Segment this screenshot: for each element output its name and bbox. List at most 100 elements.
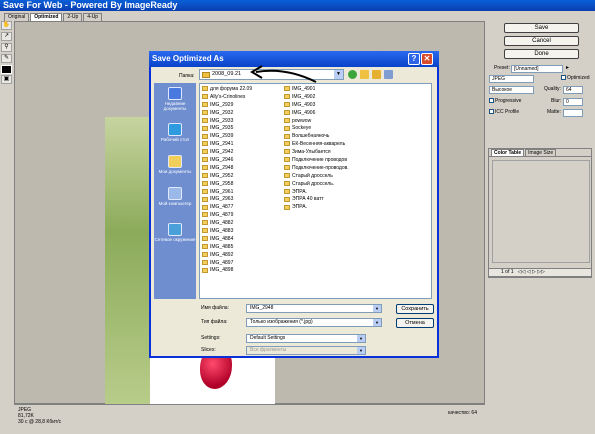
- list-item[interactable]: ЕК-Весенняя-акварель: [284, 141, 349, 149]
- folder-icon: [202, 72, 210, 78]
- list-item[interactable]: IMG_2932: [202, 110, 252, 118]
- list-item[interactable]: IMG_4906: [284, 110, 349, 118]
- file-icon: [202, 188, 208, 194]
- file-icon: [284, 125, 290, 131]
- matte-select[interactable]: [563, 109, 583, 117]
- list-item[interactable]: IMG_4892: [202, 252, 252, 260]
- file-icon: [284, 133, 290, 139]
- list-item[interactable]: Ally's-Crinolines: [202, 94, 252, 102]
- chevron-down-icon[interactable]: ▼: [334, 70, 343, 79]
- help-icon[interactable]: ?: [408, 53, 420, 65]
- list-item[interactable]: IMG_2941: [202, 141, 252, 149]
- menu-arrow-icon[interactable]: ▸: [566, 65, 569, 72]
- zoom-icon[interactable]: ⚲: [1, 43, 12, 52]
- list-item[interactable]: powwow: [284, 118, 349, 126]
- list-item[interactable]: IMG_2961: [202, 189, 252, 197]
- list-item[interactable]: Sockeye: [284, 125, 349, 133]
- list-item[interactable]: IMG_2935: [202, 125, 252, 133]
- file-name: IMG_4885: [210, 243, 234, 250]
- folder-select[interactable]: 2008_09.21 ▼: [199, 69, 344, 80]
- place-network[interactable]: Сетевое окружение: [154, 223, 196, 242]
- list-item[interactable]: Подключение проводов: [284, 157, 349, 165]
- settings-select[interactable]: Default Settings ▼: [246, 334, 366, 343]
- back-icon[interactable]: [348, 70, 357, 79]
- optimized-checkbox[interactable]: Optimized: [561, 75, 590, 82]
- quality-label: Quality:: [544, 86, 561, 92]
- place-documents[interactable]: Мои документы: [154, 155, 196, 174]
- list-item[interactable]: ЭПРА 40 ватт: [284, 196, 349, 204]
- new-folder-icon[interactable]: [372, 70, 381, 79]
- list-item[interactable]: IMG_4877: [202, 204, 252, 212]
- pager: 1 of 1 ◁◁ ◁ ▷ ▷▷: [488, 268, 592, 277]
- save-button[interactable]: Save: [504, 23, 579, 33]
- file-icon: [284, 165, 290, 171]
- dialog-cancel-button[interactable]: Отмена: [396, 318, 434, 328]
- place-desktop[interactable]: Рабочий стол: [154, 123, 196, 142]
- progressive-checkbox[interactable]: Progressive: [489, 98, 521, 105]
- filename-input[interactable]: IMG_2948 ▼: [246, 304, 382, 313]
- place-computer[interactable]: Мой компьютер: [154, 187, 196, 206]
- list-item[interactable]: IMG_2948: [202, 165, 252, 173]
- list-item[interactable]: IMG_4882: [202, 220, 252, 228]
- page-indicator: 1 of 1: [501, 269, 514, 275]
- color-table-panel: Color Table Image Size: [488, 148, 592, 278]
- hand-icon[interactable]: ✋: [1, 21, 12, 30]
- file-icon: [202, 228, 208, 234]
- done-button[interactable]: Done: [504, 49, 579, 59]
- list-item[interactable]: IMG_4901: [284, 86, 349, 94]
- list-item[interactable]: IMG_4898: [202, 267, 252, 275]
- quality-level-select[interactable]: Высокое: [489, 86, 534, 94]
- list-item[interactable]: IMG_4897: [202, 260, 252, 268]
- tab-2-up[interactable]: 2-Up: [63, 13, 83, 21]
- file-icon: [284, 117, 290, 123]
- file-name: Подключение-проводов.: [292, 164, 349, 171]
- list-item[interactable]: IMG_2939: [202, 133, 252, 141]
- list-item[interactable]: IMG_4903: [284, 102, 349, 110]
- list-item[interactable]: IMG_4879: [202, 212, 252, 220]
- tab-image-size[interactable]: Image Size: [525, 149, 557, 156]
- blur-input[interactable]: 0: [563, 98, 583, 106]
- file-column-2: IMG_4901 IMG_4902 IMG_4903 IMG_4906 powwow So…: [284, 86, 349, 212]
- list-item[interactable]: IMG_4883: [202, 228, 252, 236]
- list-item[interactable]: IMG_2946: [202, 157, 252, 165]
- format-select[interactable]: JPEG: [489, 75, 534, 83]
- filetype-select[interactable]: Только изображения (*.jpg) ▼: [246, 318, 382, 327]
- close-icon[interactable]: ✕: [421, 53, 433, 65]
- icc-checkbox[interactable]: ICC Profile: [489, 109, 519, 116]
- preview-icon[interactable]: ▣: [1, 75, 12, 84]
- list-item[interactable]: ЭПРА.: [284, 189, 349, 197]
- file-icon: [202, 157, 208, 163]
- eyedropper-icon[interactable]: ✎: [1, 54, 12, 63]
- preset-select[interactable]: [Unnamed]: [511, 65, 563, 73]
- list-item[interactable]: ЭПРА.: [284, 204, 349, 212]
- slice-select-icon[interactable]: ↗: [1, 32, 12, 41]
- list-item[interactable]: IMG_2958: [202, 181, 252, 189]
- list-item[interactable]: Зима-Улыбается: [284, 149, 349, 157]
- slices-select[interactable]: Все фрагменты ▼: [246, 346, 366, 355]
- tab-optimized[interactable]: Optimized: [30, 13, 63, 21]
- list-item[interactable]: IMG_4884: [202, 236, 252, 244]
- file-icon: [202, 117, 208, 123]
- cancel-button[interactable]: Cancel: [504, 36, 579, 46]
- file-icon: [284, 141, 290, 147]
- list-item[interactable]: IMG_2942: [202, 149, 252, 157]
- quality-input[interactable]: 64: [563, 86, 583, 94]
- list-item[interactable]: IMG_4885: [202, 244, 252, 252]
- tab-4-up[interactable]: 4-Up: [83, 13, 103, 21]
- list-item[interactable]: IMG_2933: [202, 118, 252, 126]
- list-item[interactable]: IMG_2929: [202, 102, 252, 110]
- color-swatch[interactable]: [1, 65, 12, 74]
- up-folder-icon[interactable]: [360, 70, 369, 79]
- list-item[interactable]: Старый дроссель: [284, 173, 349, 181]
- view-menu-icon[interactable]: [384, 70, 393, 79]
- list-item[interactable]: Волшебнаяночь: [284, 133, 349, 141]
- list-item[interactable]: IMG_2952: [202, 173, 252, 181]
- list-item[interactable]: Подключение-проводов.: [284, 165, 349, 173]
- list-item[interactable]: Старый дроссель.: [284, 181, 349, 189]
- list-item[interactable]: для форума 22.09: [202, 86, 252, 94]
- list-item[interactable]: IMG_2963: [202, 196, 252, 204]
- list-item[interactable]: IMG_4902: [284, 94, 349, 102]
- dialog-save-button[interactable]: Сохранить: [396, 304, 434, 314]
- tab-color-table[interactable]: Color Table: [491, 149, 525, 156]
- place-recent[interactable]: Недавние документы: [154, 87, 196, 111]
